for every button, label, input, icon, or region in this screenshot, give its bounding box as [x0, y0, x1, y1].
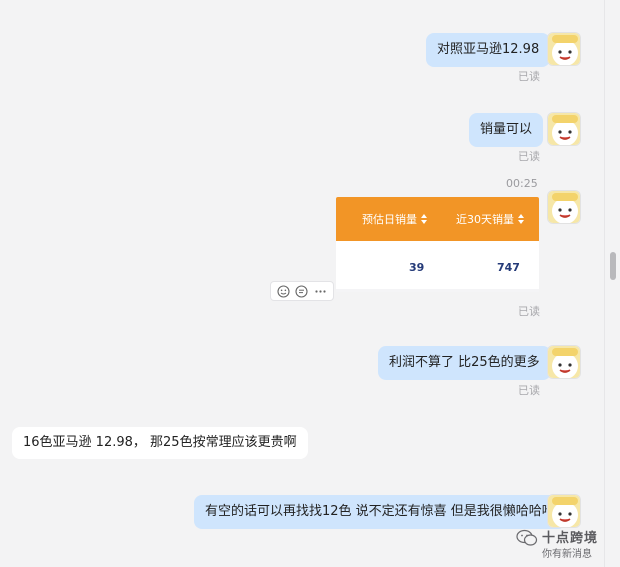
quote-icon[interactable] [295, 284, 309, 298]
message-bubble-incoming[interactable]: 16色亚马逊 12.98， 那25色按常理应该更贵啊 [12, 427, 308, 459]
sort-icon[interactable] [421, 214, 428, 224]
new-message-label: 你有新消息 [542, 549, 592, 560]
message-bubble-outgoing[interactable]: 利润不算了 比25色的更多 [378, 346, 551, 380]
message-text: 有空的话可以再找找12色 说不定还有惊喜 但是我很懒哈哈哈 [205, 504, 555, 519]
message-bubble-outgoing[interactable]: 销量可以 [469, 113, 544, 147]
message-text: 销量可以 [480, 122, 533, 137]
sort-icon[interactable] [518, 214, 525, 224]
read-receipt: 已读 [518, 305, 540, 318]
avatar[interactable] [547, 494, 581, 528]
more-icon[interactable] [314, 284, 328, 298]
chat-panel: 对照亚马逊12.98 已读 销量可以 已读 00:25 预估日销量 近30天销量… [0, 0, 604, 567]
column-header-30day-sales[interactable]: 近30天销量 [456, 211, 525, 227]
watermark-title: 十点跨境 [542, 531, 599, 546]
column-header-daily-sales[interactable]: 预估日销量 [362, 211, 428, 227]
message-timestamp: 00:25 [506, 177, 538, 190]
message-action-bar [270, 281, 334, 301]
value-daily-sales: 39 [409, 261, 425, 274]
card-header: 预估日销量 近30天销量 [336, 197, 539, 241]
wechat-icon [516, 529, 538, 547]
avatar[interactable] [547, 190, 581, 224]
message-text: 16色亚马逊 12.98， 那25色按常理应该更贵啊 [23, 435, 297, 450]
message-bubble-outgoing[interactable]: 对照亚马逊12.98 [426, 33, 551, 67]
avatar[interactable] [547, 345, 581, 379]
new-message-hint[interactable]: 十点跨境 你有新消息 [512, 527, 604, 565]
emoji-icon[interactable] [276, 284, 290, 298]
scrollbar[interactable] [604, 0, 620, 567]
message-bubble-outgoing[interactable]: 有空的话可以再找找12色 说不定还有惊喜 但是我很懒哈哈哈 [194, 495, 566, 529]
read-receipt: 已读 [518, 384, 540, 397]
value-30day-sales: 747 [497, 261, 520, 274]
message-text: 对照亚马逊12.98 [437, 42, 540, 57]
avatar[interactable] [547, 32, 581, 66]
product-data-card[interactable]: 预估日销量 近30天销量 39 747 [336, 197, 539, 292]
card-divider [336, 289, 539, 292]
message-text: 利润不算了 比25色的更多 [389, 355, 540, 370]
avatar[interactable] [547, 112, 581, 146]
read-receipt: 已读 [518, 70, 540, 83]
read-receipt: 已读 [518, 150, 540, 163]
scrollbar-thumb[interactable] [610, 252, 616, 280]
